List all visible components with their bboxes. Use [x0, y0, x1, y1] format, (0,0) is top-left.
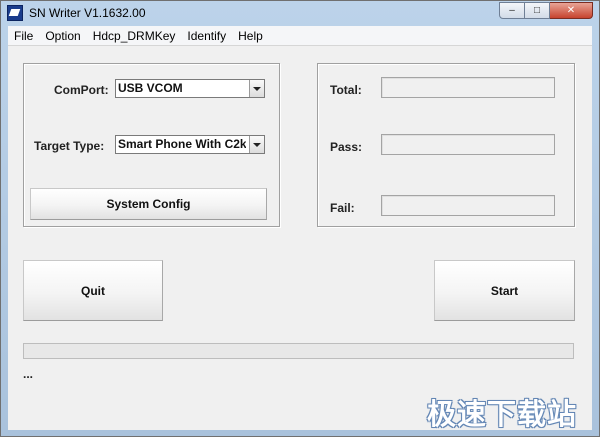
target-type-value: Smart Phone With C2k	[118, 137, 246, 151]
system-config-button[interactable]: System Config	[30, 188, 267, 220]
fail-field	[381, 195, 555, 216]
chevron-down-icon[interactable]	[249, 136, 264, 153]
stats-group: Total: Pass: Fail:	[317, 63, 575, 227]
fail-label: Fail:	[330, 201, 355, 215]
pass-label: Pass:	[330, 140, 363, 154]
start-button[interactable]: Start	[434, 260, 575, 321]
target-type-label: Target Type:	[34, 139, 105, 153]
close-button[interactable]: ✕	[550, 2, 593, 19]
maximize-button[interactable]: □	[525, 2, 550, 19]
progress-bar	[23, 343, 574, 359]
menu-identify[interactable]: Identify	[181, 29, 232, 43]
title-bar[interactable]: SN Writer V1.1632.00 – □ ✕	[1, 1, 599, 25]
pass-field	[381, 134, 555, 155]
window-title: SN Writer V1.1632.00	[29, 6, 146, 20]
app-window: SN Writer V1.1632.00 – □ ✕ File Option H…	[0, 0, 600, 437]
chevron-down-icon[interactable]	[249, 80, 264, 97]
menu-hdcp-drmkey[interactable]: Hdcp_DRMKey	[87, 29, 182, 43]
total-field	[381, 77, 555, 98]
menu-bar: File Option Hdcp_DRMKey Identify Help	[8, 26, 592, 46]
app-icon	[7, 5, 23, 21]
menu-help[interactable]: Help	[232, 29, 269, 43]
menu-file[interactable]: File	[8, 29, 39, 43]
comport-value: USB VCOM	[118, 81, 183, 95]
settings-group: ComPort: USB VCOM Target Type: Smart Pho…	[23, 63, 280, 227]
menu-option[interactable]: Option	[39, 29, 86, 43]
status-text: ...	[23, 367, 34, 381]
comport-label: ComPort:	[54, 83, 109, 97]
quit-button[interactable]: Quit	[23, 260, 163, 321]
total-label: Total:	[330, 83, 362, 97]
client-area: ComPort: USB VCOM Target Type: Smart Pho…	[8, 46, 592, 430]
minimize-button[interactable]: –	[499, 2, 525, 19]
comport-select[interactable]: USB VCOM	[115, 79, 265, 98]
watermark-logo: 极速下载站	[427, 397, 578, 431]
window-controls: – □ ✕	[499, 2, 593, 19]
target-type-select[interactable]: Smart Phone With C2k	[115, 135, 265, 154]
